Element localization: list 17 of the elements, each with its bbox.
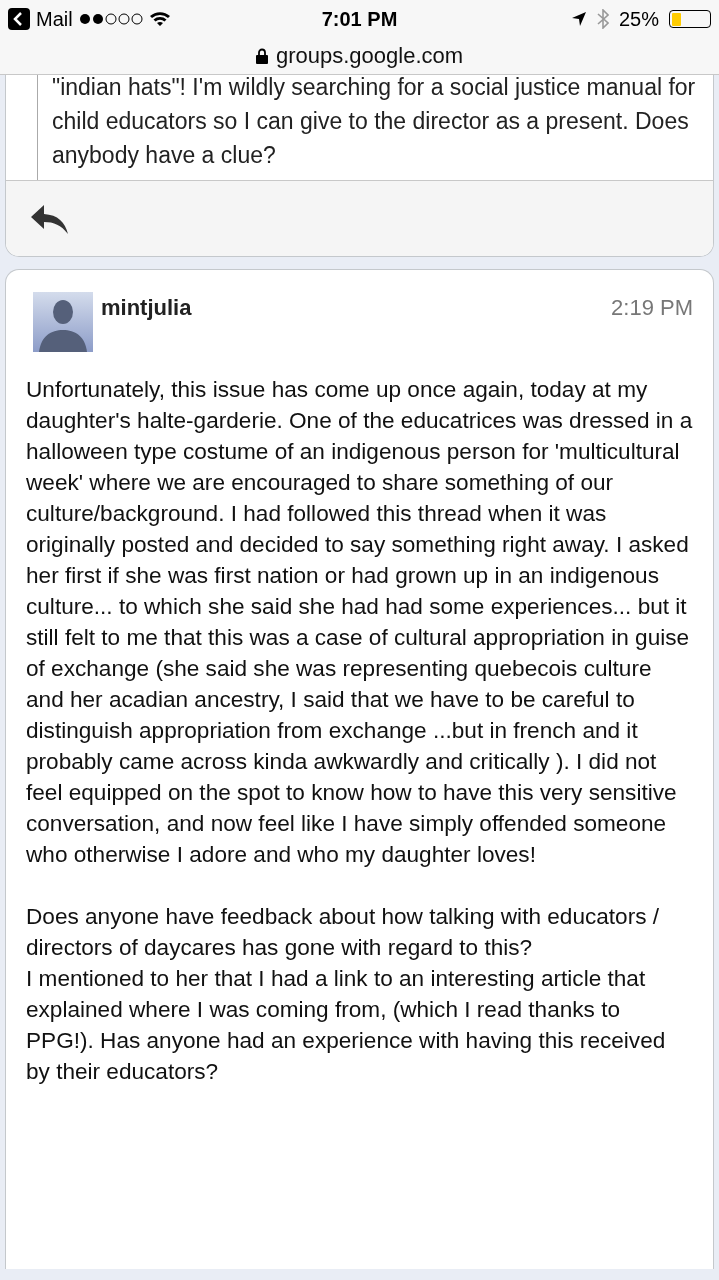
battery-percent: 25% [618, 7, 659, 31]
post-time: 2:19 PM [611, 295, 693, 321]
url-text[interactable]: groups.google.com [275, 43, 464, 69]
message-paragraph: Unfortunately, this issue has come up once again, today at my daughter's halte-garderie. One of the educatrices was dressed in a halloween type costume of an indigenous person for 'multicultural week' where we are encouraged to share something of our culture/background. I had followed this thread when it was originally posted and decided to say something right away. I asked her first if she was first nation or had grown up in an indigenous culture... to which she said she had had some experiences... but it still felt to me that this was a case of cultural appropriation in guise of exchange (she said she was representing quebecois culture and her acadian ancestry, I said that we have to be careful to distinguish appropriation from exchange ...but in french and it probably came across kinda awkwardly and critically ). I did not feel equipped on the spot to know how to have this very sensitive conversation, and now feel like I have simply offended someone who otherwise I adore and who my daughter loves! [26, 376, 693, 869]
battery-icon [669, 10, 711, 28]
signal-icon [78, 13, 143, 25]
avatar [33, 292, 93, 352]
reply-icon[interactable] [30, 202, 70, 235]
clock: 7:01 PM [321, 7, 398, 30]
lock-icon [255, 48, 268, 64]
wifi-icon [148, 11, 171, 27]
back-label[interactable]: Mail [36, 7, 73, 31]
back-icon[interactable] [8, 8, 30, 30]
message-paragraph: Does anyone have feedback about how talking with educators / directors of daycares has gone with regard to this? I mentioned to her that I had a link to an interesting article that explained where I was coming from, (which I read thanks to PPG!). Has anyone had an experience with having this received by their educators? [26, 903, 667, 1086]
location-icon [570, 11, 587, 27]
bluetooth-icon [596, 9, 609, 29]
author-name[interactable]: mintjulia [101, 295, 192, 321]
